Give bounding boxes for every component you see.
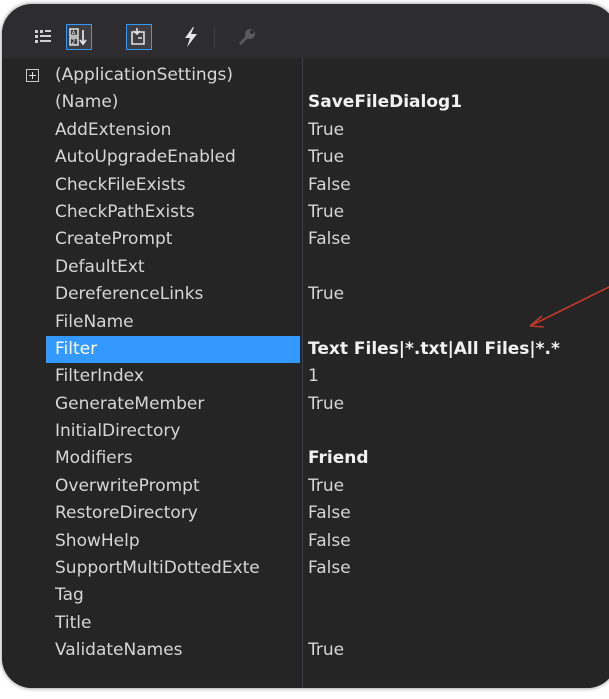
- property-name[interactable]: ValidateNames: [55, 637, 300, 664]
- property-row[interactable]: RestoreDirectory False: [2, 500, 609, 527]
- property-value[interactable]: False: [308, 500, 609, 527]
- properties-toolbar: A Z: [2, 18, 609, 58]
- property-row[interactable]: CreatePrompt False: [2, 226, 609, 253]
- property-row[interactable]: Modifiers Friend: [2, 445, 609, 472]
- property-name[interactable]: DefaultExt: [55, 254, 300, 281]
- property-value[interactable]: SaveFileDialog1: [308, 89, 609, 116]
- categorized-button[interactable]: [30, 24, 56, 50]
- property-name[interactable]: AddExtension: [55, 117, 300, 144]
- property-row[interactable]: Filter Text Files|*.txt|All Files|*.*: [2, 335, 609, 364]
- property-row[interactable]: ShowHelp False: [2, 528, 609, 555]
- property-value[interactable]: Text Files|*.txt|All Files|*.*: [308, 336, 609, 363]
- property-value[interactable]: False: [308, 555, 609, 582]
- property-name[interactable]: DereferenceLinks: [55, 281, 300, 308]
- properties-icon: [131, 28, 145, 45]
- alphabetical-button[interactable]: A Z: [66, 24, 92, 50]
- property-name[interactable]: AutoUpgradeEnabled: [55, 144, 300, 171]
- object-selector-clipped[interactable]: [16, 4, 609, 14]
- categorized-icon: [35, 30, 51, 43]
- property-row[interactable]: AutoUpgradeEnabled True: [2, 144, 609, 171]
- property-pages-icon: [238, 29, 255, 46]
- property-value[interactable]: True: [308, 199, 609, 226]
- property-name[interactable]: Tag: [55, 582, 300, 609]
- property-rows: (ApplicationSettings) (Name) SaveFileDialo…: [2, 62, 609, 665]
- property-row[interactable]: InitialDirectory: [2, 418, 609, 445]
- property-row[interactable]: FilterIndex 1: [2, 363, 609, 390]
- property-row[interactable]: Tag: [2, 582, 609, 609]
- property-row[interactable]: SupportMultiDottedExte False: [2, 555, 609, 582]
- property-name[interactable]: CheckFileExists: [55, 172, 300, 199]
- property-value[interactable]: [308, 62, 609, 89]
- property-value[interactable]: True: [308, 473, 609, 500]
- property-value[interactable]: False: [308, 172, 609, 199]
- events-icon: [185, 27, 197, 47]
- property-name[interactable]: ShowHelp: [55, 528, 300, 555]
- property-name[interactable]: SupportMultiDottedExte: [55, 555, 300, 582]
- property-row[interactable]: (ApplicationSettings): [2, 62, 609, 89]
- property-name[interactable]: CreatePrompt: [55, 226, 300, 253]
- property-name[interactable]: FilterIndex: [55, 363, 300, 390]
- property-name[interactable]: (ApplicationSettings): [55, 62, 300, 89]
- property-row[interactable]: DereferenceLinks True: [2, 281, 609, 308]
- property-row[interactable]: GenerateMember True: [2, 391, 609, 418]
- property-value[interactable]: False: [308, 226, 609, 253]
- property-value[interactable]: True: [308, 637, 609, 664]
- property-value[interactable]: True: [308, 117, 609, 144]
- property-name[interactable]: CheckPathExists: [55, 199, 300, 226]
- property-row[interactable]: OverwritePrompt True: [2, 473, 609, 500]
- property-value[interactable]: [308, 582, 609, 609]
- property-name[interactable]: OverwritePrompt: [55, 473, 300, 500]
- property-name[interactable]: Filter: [46, 335, 300, 364]
- events-button[interactable]: [178, 24, 204, 50]
- property-row[interactable]: CheckFileExists False: [2, 172, 609, 199]
- property-pages-button[interactable]: [234, 24, 260, 50]
- property-value[interactable]: Friend: [308, 445, 609, 472]
- property-row[interactable]: FileName: [2, 309, 609, 336]
- property-value[interactable]: False: [308, 528, 609, 555]
- property-value[interactable]: [308, 418, 609, 445]
- svg-text:Z: Z: [72, 39, 76, 46]
- property-name[interactable]: Modifiers: [55, 445, 300, 472]
- property-row[interactable]: ValidateNames True: [2, 637, 609, 664]
- toolbar-separator: [214, 26, 215, 48]
- properties-button[interactable]: [126, 24, 152, 50]
- alphabetical-icon: A Z: [69, 28, 87, 46]
- property-name[interactable]: InitialDirectory: [55, 418, 300, 445]
- property-row[interactable]: CheckPathExists True: [2, 199, 609, 226]
- property-row[interactable]: DefaultExt: [2, 254, 609, 281]
- properties-window: A Z (ApplicationSettings) (Name) SaveFil…: [2, 4, 609, 688]
- property-name[interactable]: (Name): [55, 89, 300, 116]
- property-row[interactable]: AddExtension True: [2, 117, 609, 144]
- expand-icon[interactable]: [26, 69, 39, 82]
- property-value[interactable]: 1: [308, 363, 609, 390]
- property-value[interactable]: True: [308, 391, 609, 418]
- property-row[interactable]: Title: [2, 610, 609, 637]
- property-name[interactable]: FileName: [55, 309, 300, 336]
- property-name[interactable]: Title: [55, 610, 300, 637]
- property-row[interactable]: (Name) SaveFileDialog1: [2, 89, 609, 116]
- property-name[interactable]: GenerateMember: [55, 391, 300, 418]
- annotation-arrow: [529, 286, 609, 328]
- property-value[interactable]: [308, 610, 609, 637]
- property-grid: (ApplicationSettings) (Name) SaveFileDialo…: [2, 58, 609, 688]
- property-value[interactable]: True: [308, 144, 609, 171]
- property-name[interactable]: RestoreDirectory: [55, 500, 300, 527]
